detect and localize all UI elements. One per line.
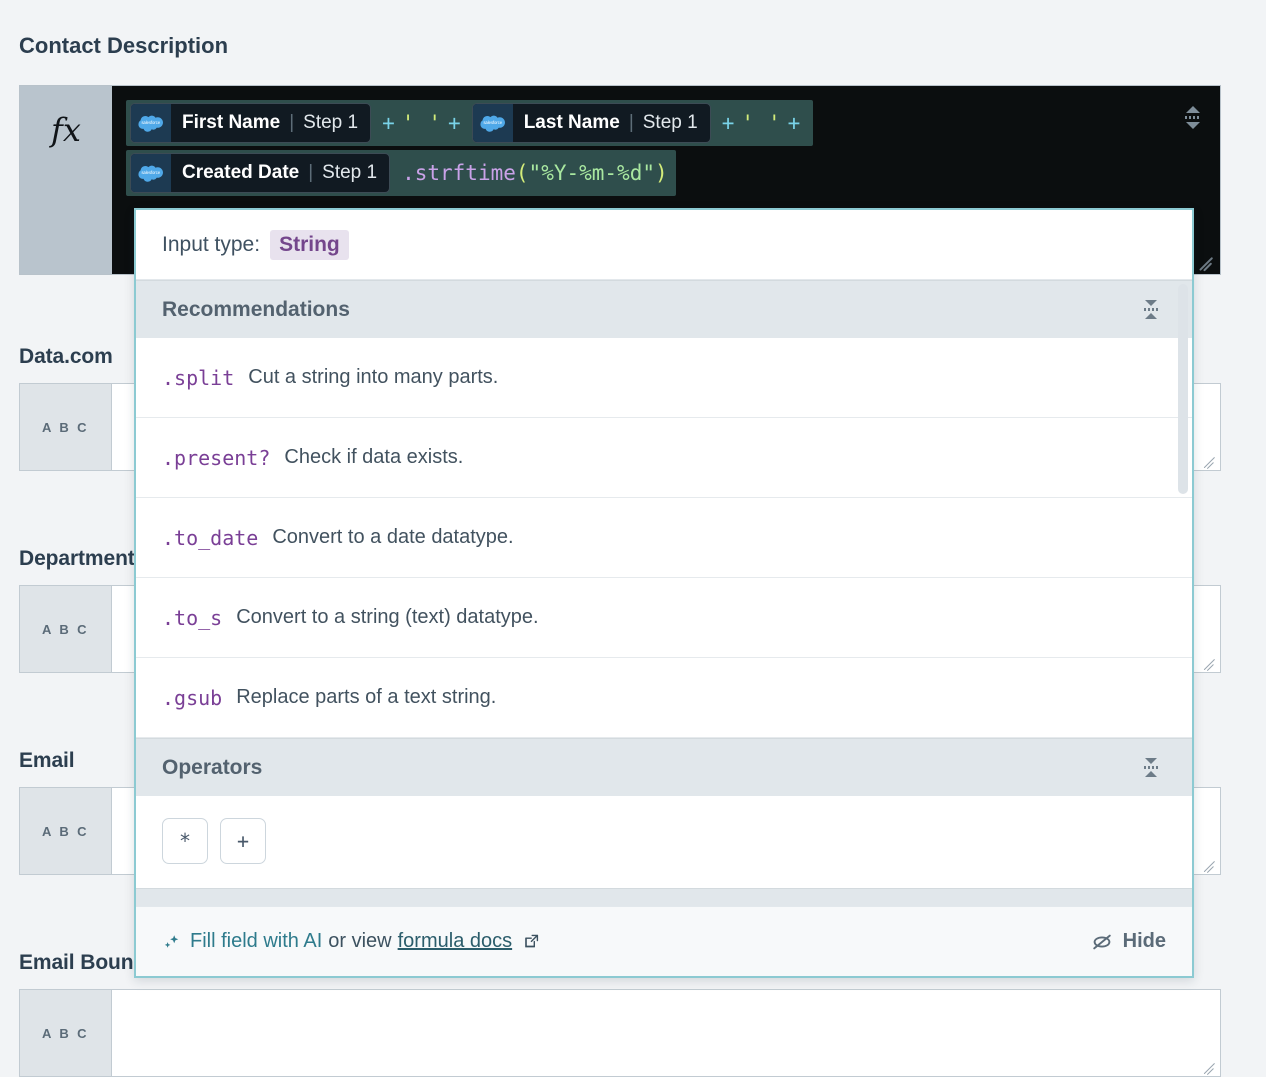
collapse-icon[interactable] [1140,755,1162,781]
section-title: Recommendations [162,298,350,322]
token-chip-last-name[interactable]: salesforce Last Name | Step 1 [472,103,711,143]
recommendation-desc: Check if data exists. [284,446,463,469]
recommendation-desc: Convert to a string (text) datatype. [236,606,538,629]
chip-field-name: Created Date [182,162,299,184]
token-plus-3: + [715,111,742,135]
token-quote-open-2: ' [741,111,754,135]
token-plus-2: + [441,111,468,135]
token-method-strftime: .strftime [394,161,516,185]
footer-middle-text: or view [328,930,391,953]
dots-icon [1144,308,1158,311]
svg-text:salesforce: salesforce [141,120,160,125]
eye-off-icon [1090,932,1114,952]
field-input-email-bounced[interactable]: A B C [19,989,1221,1077]
list-item[interactable]: .present? Check if data exists. [136,418,1192,498]
field-type-badge: A B C [20,990,112,1076]
recommendation-desc: Convert to a date datatype. [272,526,513,549]
chip-separator: | [629,112,634,134]
resize-handle-icon[interactable] [1196,251,1216,271]
triangle-up-icon [1145,771,1157,777]
field-type-badge: A B C [20,384,112,470]
formula-line-2[interactable]: salesforce Created Date | Step 1 .strfti… [126,150,676,196]
svg-text:salesforce: salesforce [141,170,160,175]
chip-step-label: Step 1 [643,112,698,134]
collapse-icon[interactable] [1140,297,1162,323]
field-type-badge: A B C [20,788,112,874]
recommendation-code: .present? [162,446,270,470]
chip-separator: | [308,162,313,184]
list-item[interactable]: .gsub Replace parts of a text string. [136,658,1192,738]
salesforce-icon: salesforce [131,154,171,192]
input-type-label: Input type: [162,233,260,257]
salesforce-icon: salesforce [131,104,171,142]
footer-links: Fill field with AI or view formula docs [162,930,541,953]
triangle-down-icon [1186,122,1200,129]
recommendation-code: .split [162,366,234,390]
section-header-convert[interactable]: Convert to a different data type [136,888,1192,906]
recommendation-code: .to_date [162,526,258,550]
triangle-up-icon [1186,106,1200,113]
section-title: Operators [162,756,262,780]
hide-label: Hide [1123,930,1166,953]
fx-icon: fx [51,114,81,146]
recommendation-desc: Replace parts of a text string. [236,686,496,709]
recommendation-desc: Cut a string into many parts. [248,366,498,389]
external-link-icon[interactable] [522,932,541,951]
recommendation-code: .to_s [162,606,222,630]
fill-field-with-ai-link[interactable]: Fill field with AI [190,930,322,953]
collapse-icon[interactable] [1140,905,1162,907]
chip-field-name: Last Name [524,112,620,134]
token-plus-4: + [781,111,808,135]
chip-separator: | [289,112,294,134]
recommendation-code: .gsub [162,686,222,710]
token-plus: + [375,111,402,135]
sparkles-icon [162,932,182,952]
section-header-operators[interactable]: Operators [136,738,1192,796]
list-item[interactable]: .to_date Convert to a date datatype. [136,498,1192,578]
token-string-format: "%Y-%m-%d" [529,161,655,185]
triangle-up-icon [1145,313,1157,319]
dots-icon [1144,766,1158,769]
formula-helper-popover: Input type: String Recommendations .spli… [134,208,1194,978]
input-type-row: Input type: String [136,210,1192,280]
salesforce-icon: salesforce [473,104,513,142]
section-header-recommendations[interactable]: Recommendations [136,280,1192,338]
popover-scroll-area[interactable]: Recommendations .split Cut a string into… [136,280,1192,906]
list-item[interactable]: .to_s Convert to a string (text) datatyp… [136,578,1192,658]
triangle-down-icon [1145,758,1157,764]
section-title: Convert to a different data type [162,906,472,907]
formula-line-1[interactable]: salesforce First Name | Step 1 + ' ' + s… [126,100,813,146]
chip-field-name: First Name [182,112,280,134]
svg-text:salesforce: salesforce [483,120,502,125]
chip-step-label: Step 1 [303,112,358,134]
expand-vertical-icon[interactable] [1180,102,1206,132]
token-paren-open: ( [516,161,529,185]
scrollbar[interactable] [1178,284,1188,902]
operator-button-plus[interactable]: + [220,818,266,864]
list-item[interactable]: .split Cut a string into many parts. [136,338,1192,418]
token-paren-close: ) [655,161,668,185]
resize-handle-icon [1201,452,1217,468]
token-quote-close: ' [414,111,441,135]
token-quote-close-2: ' [754,111,781,135]
formula-mode-gutter: fx [20,86,112,274]
dots-icon [1185,116,1201,119]
operators-row: * + [136,796,1192,888]
token-quote-open: ' [402,111,415,135]
resize-handle-icon [1201,1058,1217,1074]
scrollbar-thumb[interactable] [1178,284,1188,494]
token-chip-created-date[interactable]: salesforce Created Date | Step 1 [130,153,390,193]
page-title: Contact Description [19,33,228,59]
field-type-badge: A B C [20,586,112,672]
popover-footer: Fill field with AI or view formula docs … [136,906,1192,976]
chip-step-label: Step 1 [322,162,377,184]
token-chip-first-name[interactable]: salesforce First Name | Step 1 [130,103,371,143]
input-type-value: String [270,230,349,260]
resize-handle-icon [1201,856,1217,872]
triangle-down-icon [1145,300,1157,306]
operator-button-multiply[interactable]: * [162,818,208,864]
hide-button[interactable]: Hide [1090,930,1166,953]
resize-handle-icon [1201,654,1217,670]
formula-docs-link[interactable]: formula docs [398,930,513,953]
